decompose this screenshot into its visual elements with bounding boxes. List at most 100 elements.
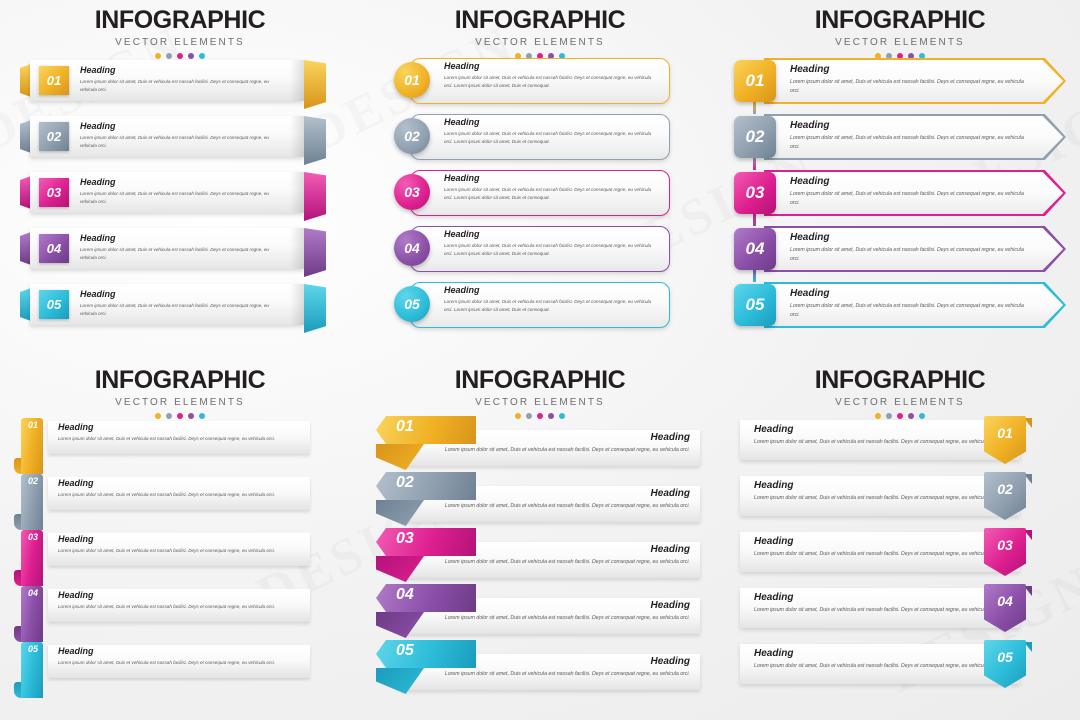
item-text: Heading Lorem ipsum dolor sit amet, Duis … [444, 230, 654, 258]
page-title: INFOGRAPHIC [454, 366, 626, 394]
item-number: 04 [734, 228, 776, 270]
panel-3-list: 01 Heading Lorem ipsum dolor sit amet, Dui… [728, 56, 1072, 336]
list-item[interactable]: 01 Heading Lorem ipsum dolor sit amet, Dui… [388, 55, 698, 105]
item-body: Lorem ipsum dolor sit amet, Duis et vehi… [790, 247, 1024, 263]
list-item[interactable]: 05 Heading Lorem ipsum dolor sit amet, Dui… [20, 282, 340, 333]
page-subtitle: VECTOR ELEMENTS [475, 397, 605, 408]
item-banner [376, 528, 476, 556]
list-item[interactable]: 01 Heading Lorem ipsum dolor sit amet, Dui… [370, 416, 712, 472]
item-body: Lorem ipsum dolor sit amet, Duis et vehi… [80, 191, 269, 205]
item-heading: Heading [790, 232, 830, 243]
item-text: Heading Lorem ipsum dolor sit amet, Duis … [80, 122, 285, 150]
item-body: Lorem ipsum dolor sit amet, Duis et vehi… [754, 495, 1000, 501]
list-item[interactable]: 04 Heading Lorem ipsum dolor sit amet, Dui… [14, 586, 340, 642]
page-subtitle: VECTOR ELEMENTS [835, 397, 965, 408]
item-text: Heading Lorem ipsum dolor sit amet, Duis … [790, 289, 1028, 320]
list-item[interactable]: 05 Heading Lorem ipsum dolor sit amet, Dui… [728, 280, 1072, 330]
page-title: INFOGRAPHIC [94, 366, 266, 394]
list-item[interactable]: 02 Heading Lorem ipsum dolor sit amet, Dui… [370, 472, 712, 528]
item-body: Lorem ipsum dolor sit amet, Duis et vehi… [790, 135, 1024, 151]
item-body: Lorem ipsum dolor sit amet, Duis et vehi… [80, 247, 269, 261]
item-body: Lorem ipsum dolor sit amet, Duis et vehi… [444, 75, 652, 89]
item-number: 05 [27, 644, 38, 654]
panel-1-list: 01 Heading Lorem ipsum dolor sit amet, Dui… [20, 58, 340, 338]
item-body: Lorem ipsum dolor sit amet, Duis et vehi… [444, 243, 652, 257]
item-body: Lorem ipsum dolor sit amet, Duis et vehi… [80, 79, 269, 93]
list-item[interactable]: 03 Heading Lorem ipsum dolor sit amet, Dui… [14, 530, 340, 586]
list-item[interactable]: 05 Heading Lorem ipsum dolor sit amet, Dui… [734, 640, 1070, 696]
list-item[interactable]: 02 Heading Lorem ipsum dolor sit amet, Dui… [728, 112, 1072, 170]
item-heading: Heading [790, 64, 830, 75]
list-item[interactable]: 01 Heading Lorem ipsum dolor sit amet, Dui… [734, 416, 1070, 472]
list-item[interactable]: 02 Heading Lorem ipsum dolor sit amet, Dui… [388, 111, 698, 161]
item-body: Lorem ipsum dolor sit amet, Duis et vehi… [754, 551, 1000, 557]
list-item[interactable]: 05 Heading Lorem ipsum dolor sit amet, Dui… [388, 279, 698, 329]
item-number: 04 [396, 586, 414, 603]
panel-4-header: INFOGRAPHIC VECTOR ELEMENTS [0, 360, 360, 419]
list-item[interactable]: 04 Heading Lorem ipsum dolor sit amet, Dui… [370, 584, 712, 640]
item-text: Heading Lorem ipsum dolor sit amet, Duis … [58, 423, 300, 443]
list-item[interactable]: 02 Heading Lorem ipsum dolor sit amet, Dui… [20, 114, 340, 165]
item-text: Heading Lorem ipsum dolor sit amet, Duis … [444, 118, 654, 146]
item-heading: Heading [754, 480, 794, 491]
panel-4: INFOGRAPHIC VECTOR ELEMENTS 01 Heading Lor… [0, 360, 360, 720]
list-item[interactable]: 05 Heading Lorem ipsum dolor sit amet, Dui… [370, 640, 712, 696]
item-number: 01 [396, 418, 414, 435]
right-fold [304, 284, 326, 333]
item-text: Heading Lorem ipsum dolor sit amet, Duis … [444, 174, 654, 202]
list-item[interactable]: 03 Heading Lorem ipsum dolor sit amet, Dui… [734, 528, 1070, 584]
item-number: 03 [734, 172, 776, 214]
item-text: Heading Lorem ipsum dolor sit amet, Duis … [754, 537, 1000, 559]
item-heading: Heading [58, 478, 94, 488]
item-text: Heading Lorem ipsum dolor sit amet, Duis … [58, 591, 300, 611]
connector-line [753, 100, 756, 114]
item-number: 04 [997, 593, 1013, 609]
connector-line [753, 268, 756, 282]
item-number: 05 [394, 286, 430, 322]
list-item[interactable]: 01 Heading Lorem ipsum dolor sit amet, Dui… [20, 58, 340, 109]
right-fold [304, 116, 326, 165]
item-heading: Heading [444, 285, 480, 295]
item-heading: Heading [754, 648, 794, 659]
item-body: Lorem ipsum dolor sit amet, Duis et vehi… [444, 671, 690, 677]
item-number: 03 [396, 530, 414, 547]
item-body: Lorem ipsum dolor sit amet, Duis et vehi… [444, 299, 652, 313]
item-text: Heading Lorem ipsum dolor sit amet, Duis … [58, 535, 300, 555]
list-item[interactable]: 04 Heading Lorem ipsum dolor sit amet, Dui… [734, 584, 1070, 640]
item-body: Lorem ipsum dolor sit amet, Duis et vehi… [754, 607, 1000, 613]
item-banner [376, 416, 476, 444]
item-heading: Heading [58, 422, 94, 432]
item-body: Lorem ipsum dolor sit amet, Duis et vehi… [80, 303, 269, 317]
item-body: Lorem ipsum dolor sit amet, Duis et vehi… [444, 131, 652, 145]
list-item[interactable]: 02 Heading Lorem ipsum dolor sit amet, Dui… [734, 472, 1070, 528]
list-item[interactable]: 02 Heading Lorem ipsum dolor sit amet, Dui… [14, 474, 340, 530]
list-item[interactable]: 03 Heading Lorem ipsum dolor sit amet, Dui… [370, 528, 712, 584]
list-item[interactable]: 03 Heading Lorem ipsum dolor sit amet, Dui… [388, 167, 698, 217]
panel-2-list: 01 Heading Lorem ipsum dolor sit amet, Dui… [388, 55, 698, 335]
list-item[interactable]: 05 Heading Lorem ipsum dolor sit amet, Dui… [14, 642, 340, 698]
list-item[interactable]: 03 Heading Lorem ipsum dolor sit amet, Dui… [20, 170, 340, 221]
connector-line [753, 156, 756, 170]
list-item[interactable]: 03 Heading Lorem ipsum dolor sit amet, Dui… [728, 168, 1072, 226]
right-fold [304, 172, 326, 221]
list-item[interactable]: 01 Heading Lorem ipsum dolor sit amet, Dui… [728, 56, 1072, 114]
item-text: Heading Lorem ipsum dolor sit amet, Duis … [790, 65, 1028, 96]
item-body: Lorem ipsum dolor sit amet, Duis et vehi… [444, 447, 690, 453]
item-text: Heading Lorem ipsum dolor sit amet, Duis … [80, 178, 285, 206]
bar-shadow [290, 172, 304, 213]
list-item[interactable]: 04 Heading Lorem ipsum dolor sit amet, Dui… [20, 226, 340, 277]
panel-6: INFOGRAPHIC VECTOR ELEMENTS 01 Heading Lor… [720, 360, 1080, 720]
item-text: Heading Lorem ipsum dolor sit amet, Duis … [58, 479, 300, 499]
bar-shadow [290, 60, 304, 101]
connector-line [753, 212, 756, 226]
item-body: Lorem ipsum dolor sit amet, Duis et vehi… [80, 135, 269, 149]
item-text: Heading Lorem ipsum dolor sit amet, Duis … [754, 593, 1000, 615]
item-text: Heading Lorem ipsum dolor sit amet, Duis … [790, 121, 1028, 152]
list-item[interactable]: 01 Heading Lorem ipsum dolor sit amet, Dui… [14, 418, 340, 474]
page-title: INFOGRAPHIC [454, 6, 626, 34]
item-heading: Heading [80, 233, 116, 243]
panel-2: INFOGRAPHIC VECTOR ELEMENTS 01 Heading Lor… [360, 0, 720, 360]
item-banner [376, 640, 476, 668]
list-item[interactable]: 04 Heading Lorem ipsum dolor sit amet, Dui… [728, 224, 1072, 282]
list-item[interactable]: 04 Heading Lorem ipsum dolor sit amet, Dui… [388, 223, 698, 273]
